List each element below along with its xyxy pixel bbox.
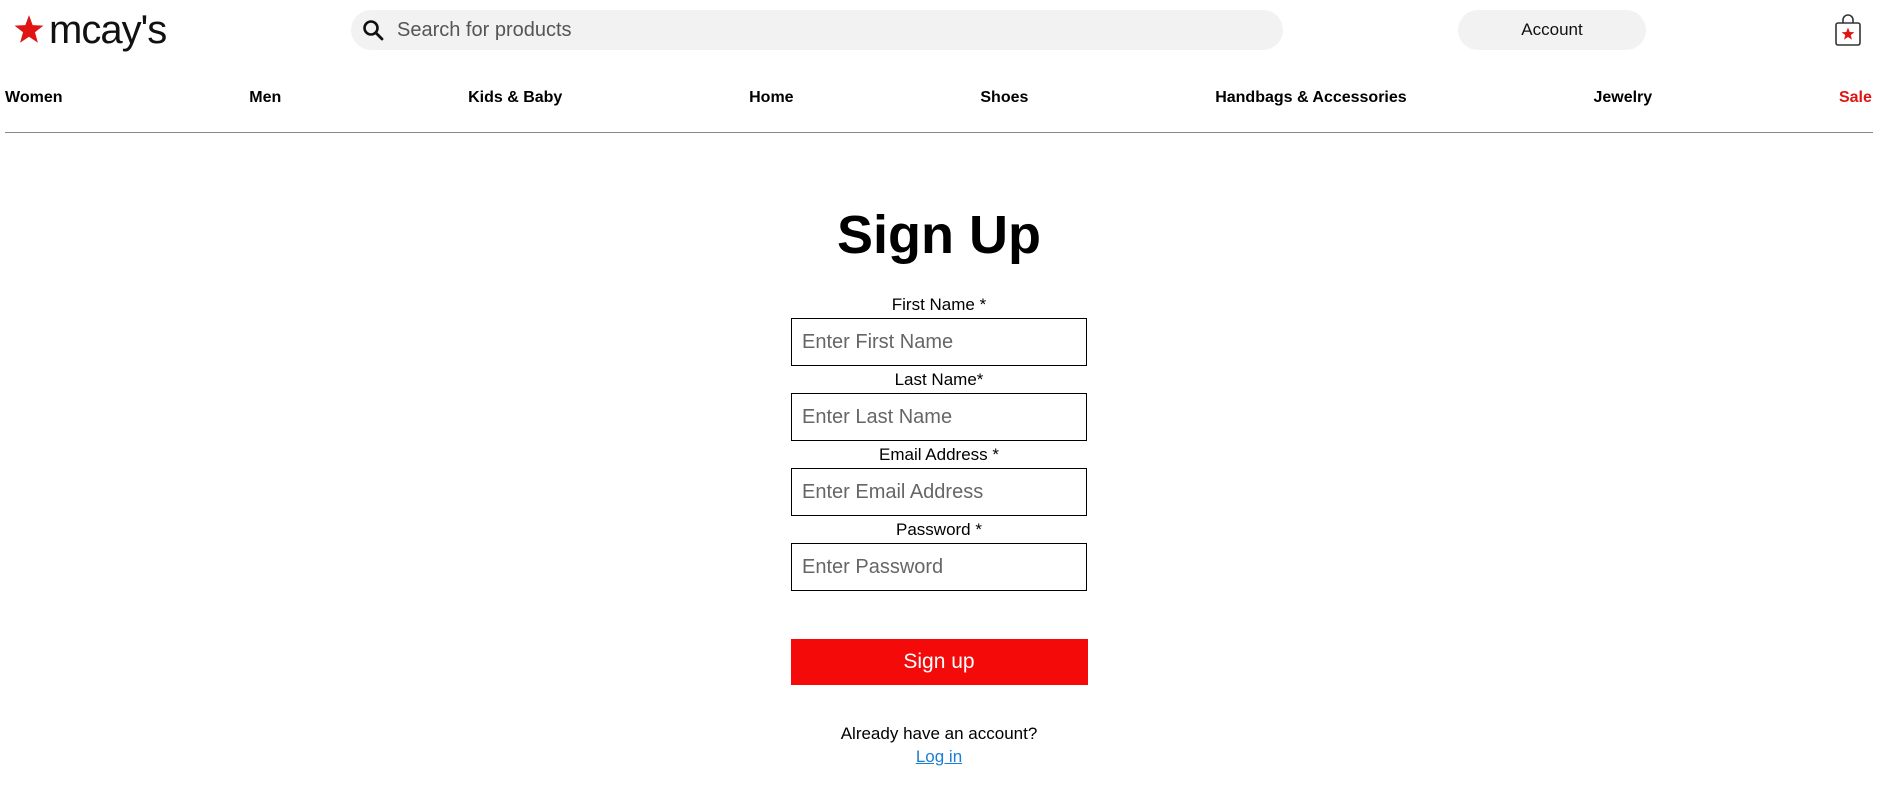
nav-item-women[interactable]: Women	[5, 89, 62, 107]
first-name-label: First Name *	[891, 295, 987, 314]
nav-item-handbags-accessories[interactable]: Handbags & Accessories	[1215, 89, 1406, 107]
last-name-input[interactable]	[791, 393, 1087, 441]
login-link[interactable]: Log in	[916, 745, 962, 769]
first-name-input[interactable]	[791, 318, 1087, 366]
email-group: Email Address *	[791, 445, 1087, 516]
category-nav: Women Men Kids & Baby Home Shoes Handbag…	[5, 86, 1872, 110]
last-name-label: Last Name*	[894, 370, 984, 389]
nav-item-jewelry[interactable]: Jewelry	[1593, 89, 1652, 107]
nav-item-men[interactable]: Men	[249, 89, 281, 107]
password-label: Password *	[896, 520, 982, 539]
already-have-account-text: Already have an account?	[840, 724, 1038, 743]
password-group: Password *	[791, 520, 1087, 591]
search-input[interactable]	[397, 12, 1257, 48]
shopping-bag-icon[interactable]	[1835, 14, 1861, 46]
signup-button[interactable]: Sign up	[790, 639, 1088, 685]
nav-divider	[5, 132, 1873, 133]
nav-item-sale[interactable]: Sale	[1839, 89, 1872, 107]
page-title: Sign Up	[837, 205, 1041, 265]
brand-name: mcay's	[49, 8, 167, 52]
email-input[interactable]	[791, 468, 1087, 516]
nav-item-kids-baby[interactable]: Kids & Baby	[468, 89, 562, 107]
signup-form: Sign Up First Name * Last Name* Email Ad…	[0, 195, 1878, 769]
first-name-group: First Name *	[791, 295, 1087, 366]
nav-item-home[interactable]: Home	[749, 89, 793, 107]
account-button[interactable]: Account	[1458, 10, 1646, 50]
nav-item-shoes[interactable]: Shoes	[980, 89, 1028, 107]
password-input[interactable]	[791, 543, 1087, 591]
search-icon[interactable]	[361, 18, 385, 42]
star-icon	[14, 15, 44, 43]
site-header: mcay's Account	[0, 0, 1878, 64]
email-label: Email Address *	[879, 445, 999, 464]
search-bar[interactable]	[351, 10, 1283, 50]
last-name-group: Last Name*	[791, 370, 1087, 441]
brand-logo[interactable]: mcay's	[12, 8, 167, 52]
